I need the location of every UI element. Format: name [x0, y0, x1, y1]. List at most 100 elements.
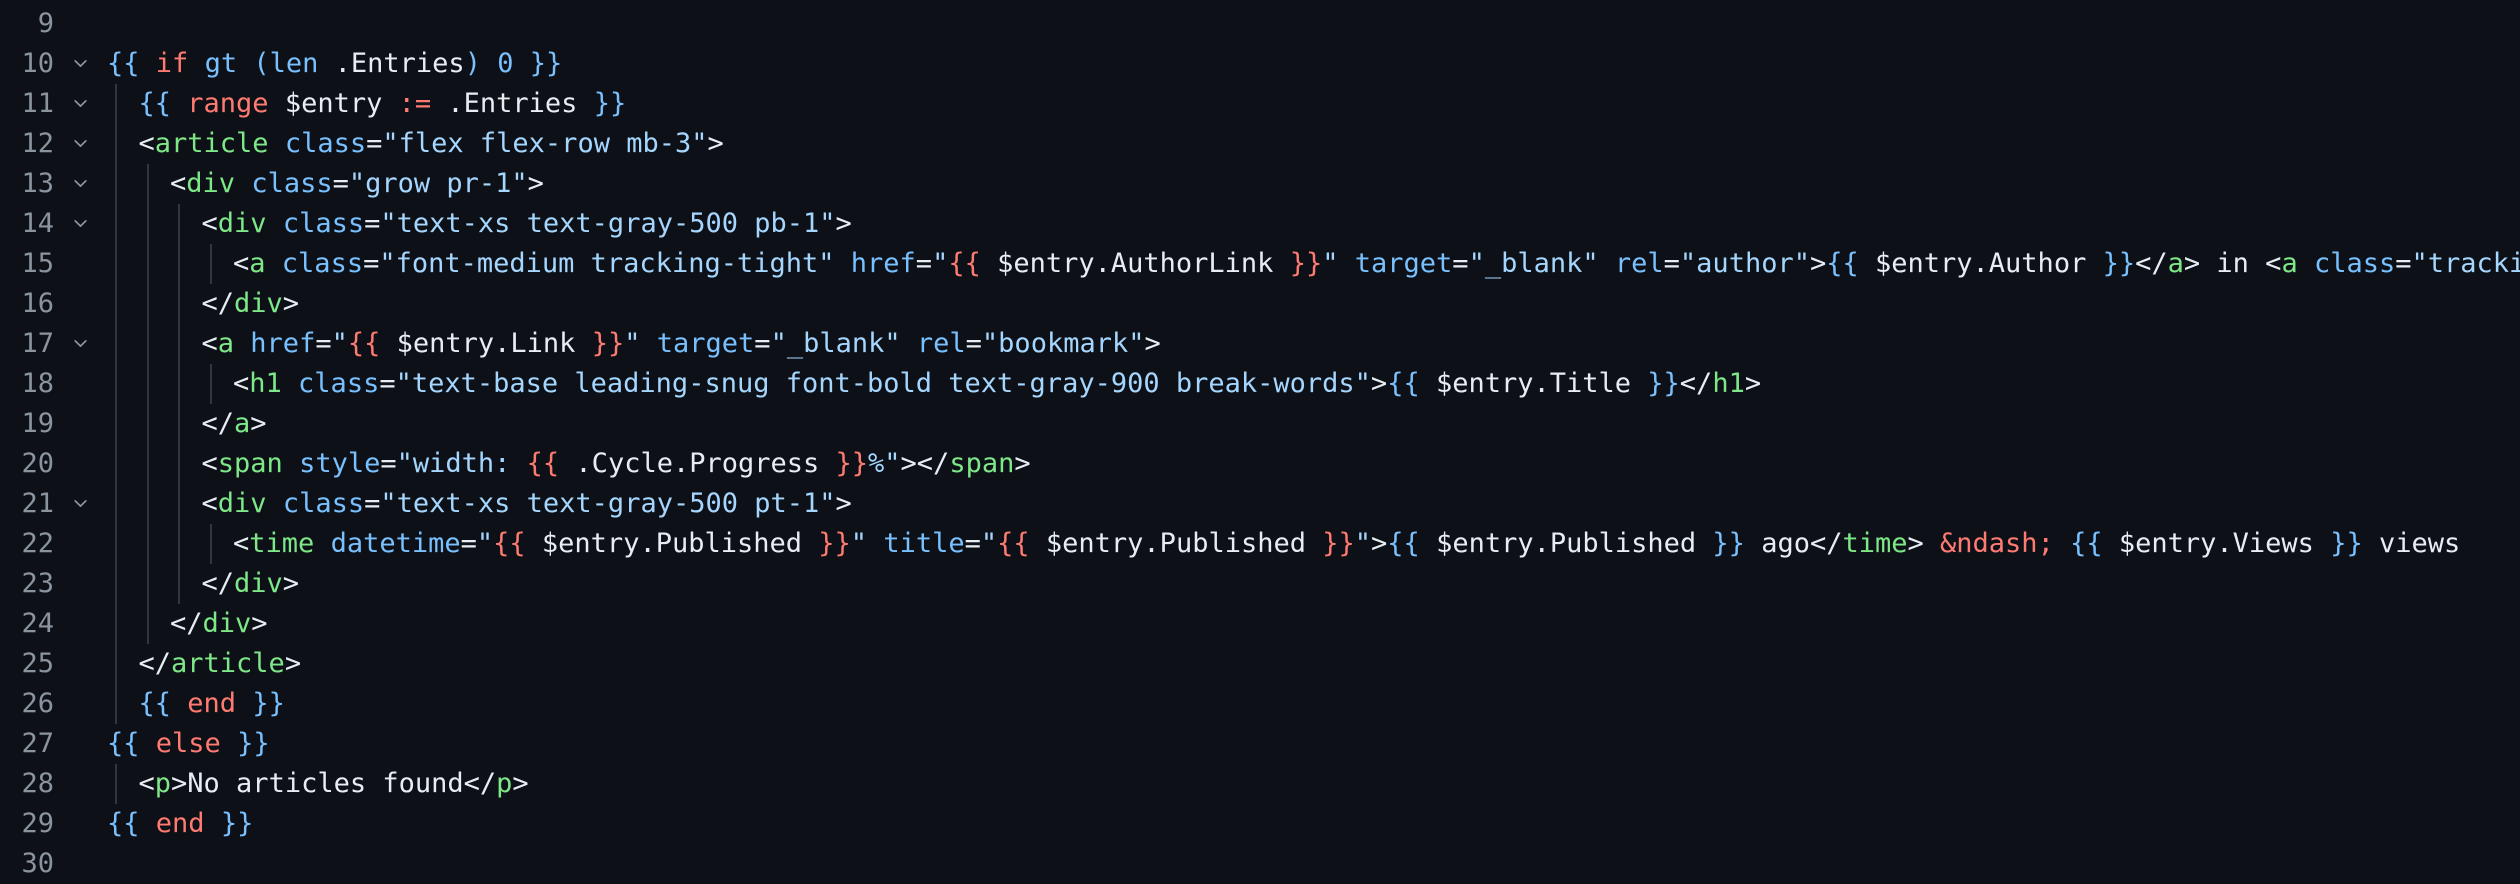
code-token: "_blank" — [1468, 248, 1599, 279]
code-token: }} — [1289, 248, 1323, 279]
code-token: target — [1354, 248, 1453, 279]
code-token: $entry — [268, 88, 399, 119]
code-token: > — [284, 648, 302, 679]
code-line[interactable]: 18 <h1 class="text-base leading-snug font… — [0, 364, 2520, 404]
fold-chevron-icon[interactable] — [72, 495, 89, 512]
code-token: {{ — [138, 688, 188, 719]
code-token: {{ — [107, 808, 156, 839]
code-line[interactable]: 24 </div> — [0, 604, 2520, 644]
indent-guide — [209, 244, 212, 284]
indent-guide — [209, 524, 212, 564]
code-line[interactable]: 15 <a class="font-medium tracking-tight" … — [0, 244, 2520, 284]
code-token: span — [217, 448, 283, 479]
code-token: "flex flex-row mb-3" — [382, 128, 708, 159]
fold-chevron-icon[interactable] — [72, 135, 89, 152]
code-text: </div> — [170, 604, 268, 644]
code-token: < — [201, 448, 218, 479]
code-token: = — [964, 528, 981, 559]
fold-chevron-icon[interactable] — [72, 335, 89, 352]
line-number: 29 — [21, 808, 54, 839]
code-token: {{ — [997, 528, 1030, 559]
indent-guide — [178, 244, 180, 284]
code-token: a — [2281, 248, 2298, 279]
code-line[interactable]: 16 </div> — [0, 284, 2520, 324]
line-number: 14 — [21, 208, 54, 239]
code-token: > — [250, 408, 267, 439]
indent-guide — [115, 204, 117, 244]
fold-chevron-icon[interactable] — [72, 55, 89, 72]
code-token: h1 — [249, 368, 282, 399]
code-token: < — [233, 528, 250, 559]
code-token: "width: — [396, 448, 527, 479]
code-token: p — [496, 768, 513, 799]
line-number: 16 — [21, 288, 54, 319]
code-token: {{ — [1826, 248, 1859, 279]
code-token: "bookmark" — [981, 328, 1145, 359]
code-token: time — [1842, 528, 1908, 559]
code-line[interactable]: 17 <a href="{{ $entry.Link }}" target="_b… — [0, 324, 2520, 364]
code-line[interactable]: 13 <div class="grow pr-1"> — [0, 164, 2520, 204]
code-token: = — [379, 368, 396, 399]
code-line[interactable]: 10 {{ if gt (len .Entries) 0 }} — [0, 44, 2520, 84]
code-line[interactable]: 9 — [0, 4, 2520, 44]
indent-guide — [146, 284, 149, 324]
code-line[interactable]: 11 {{ range $entry := .Entries }} — [0, 84, 2520, 124]
code-line[interactable]: 26 {{ end }} — [0, 684, 2520, 724]
indent-guide — [115, 404, 117, 444]
indent-guide — [115, 124, 117, 164]
code-text: <time datetime="{{ $entry.Published }}" … — [233, 524, 2460, 564]
code-line[interactable]: 14 <div class="text-xs text-gray-500 pb-1… — [0, 204, 2520, 244]
fold-chevron-icon[interactable] — [72, 95, 89, 112]
code-token: }} — [236, 688, 285, 719]
code-token: gt — [204, 48, 238, 79]
code-text: </div> — [202, 564, 300, 604]
code-token: views — [2362, 528, 2461, 559]
code-line[interactable]: 23 </div> — [0, 564, 2520, 604]
indent-guide — [115, 524, 117, 564]
code-line[interactable]: 22 <time datetime="{{ $entry.Published }}… — [0, 524, 2520, 564]
code-token: > — [251, 608, 268, 639]
code-token: $entry.Author — [1858, 248, 2103, 279]
code-token: > — [527, 168, 544, 199]
line-number: 17 — [21, 328, 54, 359]
code-token: $entry.Title — [1419, 368, 1648, 399]
code-token: > in < — [2183, 248, 2282, 279]
indent-guide — [178, 524, 180, 564]
code-token: range — [187, 88, 269, 119]
indent-guide — [115, 644, 117, 684]
code-token: }} — [1712, 528, 1745, 559]
indent-guide — [146, 244, 149, 284]
fold-chevron-icon[interactable] — [72, 215, 89, 232]
code-token: ) — [464, 48, 481, 79]
code-token: >No articles found</ — [171, 768, 497, 799]
code-token: > — [1744, 368, 1762, 399]
code-line[interactable]: 30 — [0, 844, 2520, 884]
code-token: < — [201, 208, 218, 239]
code-line[interactable]: 25 </article> — [0, 644, 2520, 684]
fold-chevron-icon[interactable] — [72, 175, 89, 192]
code-text: {{ else }} — [107, 724, 270, 764]
indent-guide — [115, 444, 117, 484]
code-line[interactable]: 12 <article class="flex flex-row mb-3"> — [0, 124, 2520, 164]
code-line[interactable]: 28 <p>No articles found</p> — [0, 764, 2520, 804]
code-token: = — [460, 528, 477, 559]
code-line[interactable]: 21 <div class="text-xs text-gray-500 pt-1… — [0, 484, 2520, 524]
code-line[interactable]: 27 {{ else }} — [0, 724, 2520, 764]
code-editor[interactable]: 9 10 {{ if gt (len .Entries) 0 }} 11 {{ rang… — [0, 0, 2520, 884]
code-line[interactable]: 29 {{ end }} — [0, 804, 2520, 844]
line-number: 10 — [21, 48, 54, 79]
code-line[interactable]: 20 <span style="width: {{ .Cycle.Progress… — [0, 444, 2520, 484]
line-number: 22 — [21, 528, 54, 559]
code-token: " — [980, 528, 998, 559]
code-token: = — [364, 208, 381, 239]
code-token: div — [217, 488, 267, 519]
code-line[interactable]: 19 </a> — [0, 404, 2520, 444]
indent-guide — [115, 564, 117, 604]
code-token: end — [187, 688, 237, 719]
